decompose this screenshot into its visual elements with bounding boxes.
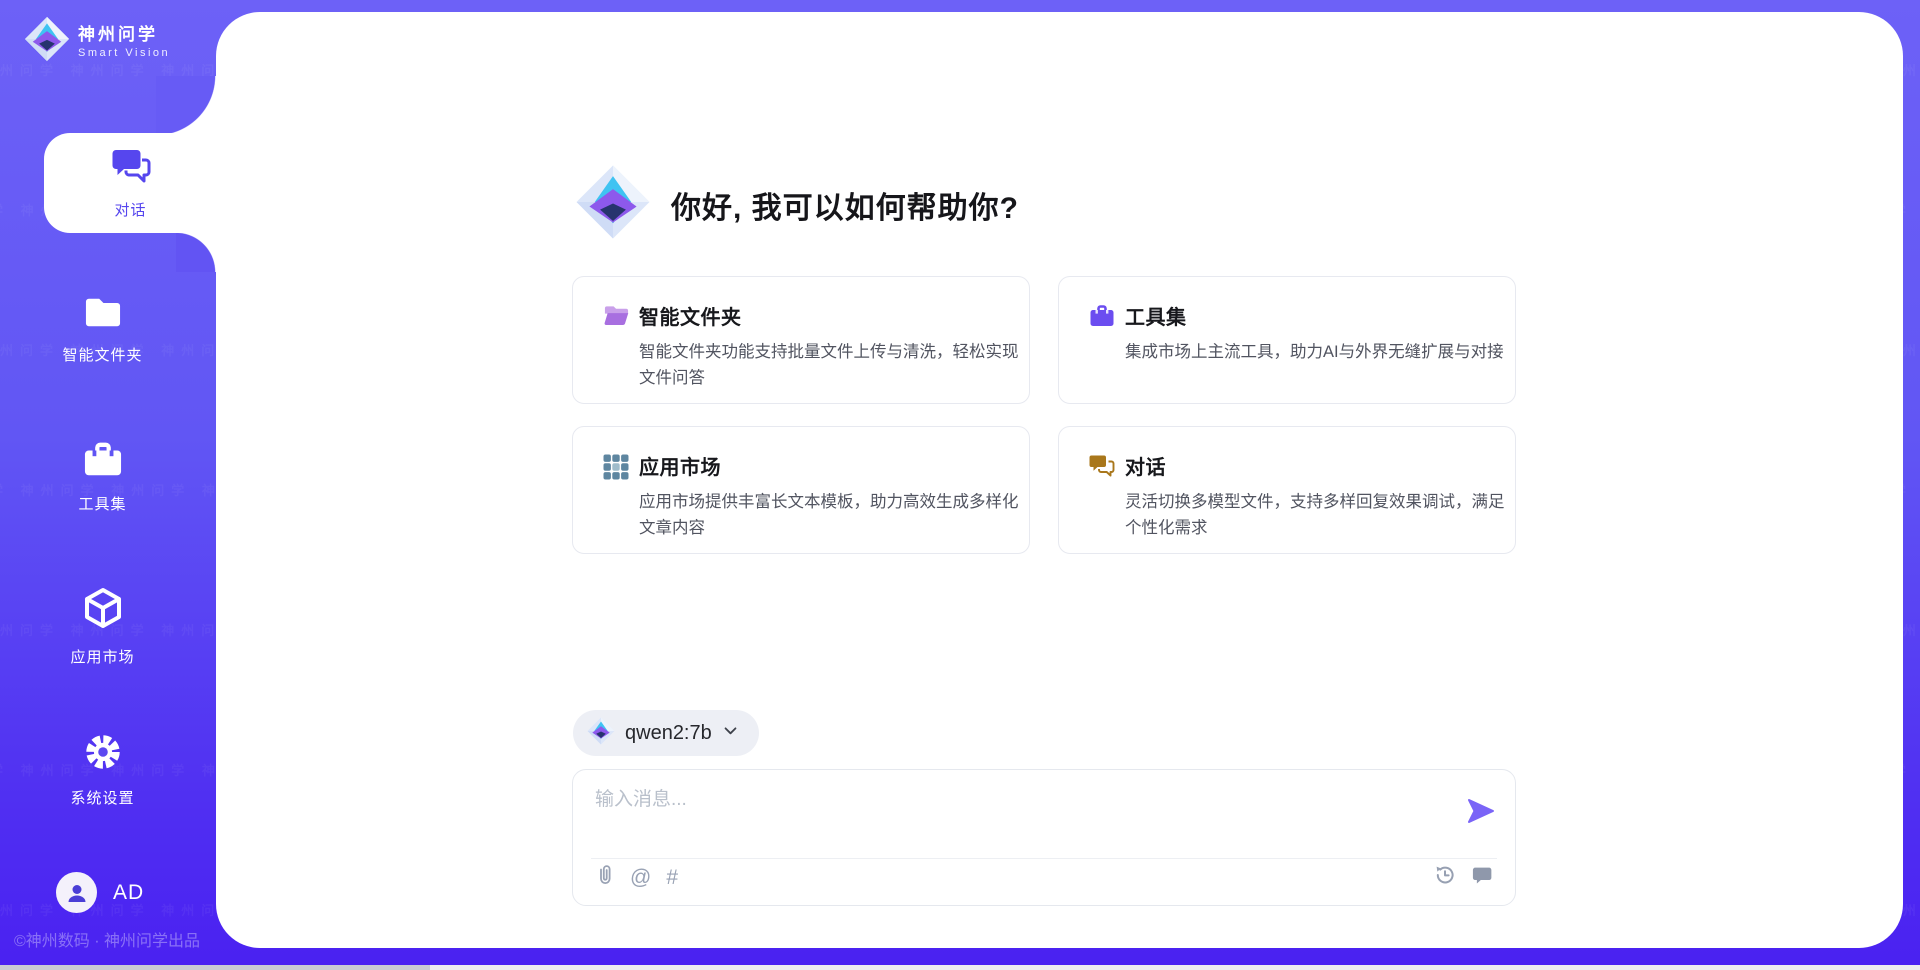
- avatar: [56, 872, 97, 913]
- message-composer: @ #: [572, 769, 1516, 906]
- card-chat[interactable]: 对话 灵活切换多模型文件，支持多样回复效果调试，满足个性化需求: [1058, 426, 1516, 554]
- user-account[interactable]: AD: [56, 872, 144, 913]
- send-icon[interactable]: [1467, 798, 1495, 824]
- card-title: 应用市场: [639, 451, 1013, 480]
- brand-subtitle: Smart Vision: [78, 46, 170, 60]
- greeting: 你好, 我可以如何帮助你?: [575, 164, 1019, 245]
- gear-icon: [82, 731, 124, 778]
- user-name: AD: [113, 881, 144, 905]
- card-title: 工具集: [1125, 301, 1499, 330]
- sidebar-item-label: 智能文件夹: [62, 344, 142, 365]
- card-smart-folder[interactable]: 智能文件夹 智能文件夹功能支持批量文件上传与清洗，轻松实现文件问答: [572, 276, 1030, 404]
- card-app-market[interactable]: 应用市场 应用市场提供丰富长文本模板，助力高效生成多样化文章内容: [572, 426, 1030, 554]
- attachment-icon[interactable]: [595, 863, 615, 892]
- app-root: 神州问学 神州问学 神州问学 神州问学 神州问学 神州问学 神州问学 神州问学 …: [0, 0, 1920, 970]
- sidebar-item-label: 系统设置: [70, 787, 134, 808]
- card-description: 应用市场提供丰富长文本模板，助力高效生成多样化文章内容: [639, 489, 1021, 541]
- brand-title: 神州问学: [78, 24, 170, 46]
- sidebar-item-label: 工具集: [78, 493, 126, 514]
- model-selector[interactable]: qwen2:7b: [573, 710, 759, 756]
- folder-icon: [82, 294, 124, 335]
- card-description: 智能文件夹功能支持批量文件上传与清洗，轻松实现文件问答: [639, 339, 1021, 391]
- card-title: 对话: [1125, 451, 1499, 480]
- sidebar-item-settings[interactable]: 系统设置: [0, 731, 205, 808]
- card-title: 智能文件夹: [639, 301, 1013, 330]
- card-description: 灵活切换多模型文件，支持多样回复效果调试，满足个性化需求: [1125, 489, 1507, 541]
- content-area: 你好, 我可以如何帮助你? 智能文件夹 智能文件夹功能支持批量文件上传与清洗，轻…: [216, 12, 1903, 948]
- horizontal-scrollbar[interactable]: [0, 965, 1920, 970]
- composer-divider: [591, 858, 1497, 859]
- card-toolbox[interactable]: 工具集 集成市场上主流工具，助力AI与外界无缝扩展与对接: [1058, 276, 1516, 404]
- chevron-down-icon: [722, 722, 739, 744]
- card-description: 集成市场上主流工具，助力AI与外界无缝扩展与对接: [1125, 339, 1507, 365]
- brand-logo-icon: [24, 16, 70, 67]
- sidebar-item-label: 应用市场: [70, 646, 134, 667]
- mention-icon[interactable]: @: [630, 867, 651, 889]
- greeting-title: 你好, 我可以如何帮助你?: [671, 183, 1019, 227]
- brand: 神州问学 Smart Vision: [24, 16, 170, 67]
- grid-cube-icon: [603, 454, 629, 485]
- assistant-logo-icon: [575, 164, 651, 245]
- sidebar-item-toolbox[interactable]: 工具集: [0, 441, 205, 514]
- cube-icon: [81, 586, 125, 637]
- briefcase-icon: [1089, 304, 1115, 333]
- composer-toolbar: @ #: [595, 863, 1493, 892]
- model-name: qwen2:7b: [625, 722, 712, 745]
- chat-icon: [1089, 454, 1115, 483]
- feature-cards: 智能文件夹 智能文件夹功能支持批量文件上传与清洗，轻松实现文件问答 工具集 集成…: [572, 276, 1516, 554]
- briefcase-icon: [82, 441, 124, 484]
- scrollbar-thumb[interactable]: [0, 965, 430, 970]
- comment-icon[interactable]: [1472, 865, 1493, 891]
- copyright-text: ©神州数码 · 神州问学出品: [14, 927, 200, 951]
- model-logo-icon: [587, 717, 615, 750]
- sidebar-item-smart-folder[interactable]: 智能文件夹: [0, 294, 205, 365]
- history-icon[interactable]: [1434, 864, 1456, 891]
- folder-open-icon: [603, 304, 630, 333]
- sidebar: 神州问学 Smart Vision 智能文件夹 工具集: [0, 0, 216, 970]
- message-input[interactable]: [595, 784, 1435, 836]
- hashtag-icon[interactable]: #: [666, 867, 678, 889]
- sidebar-item-app-market[interactable]: 应用市场: [0, 586, 205, 667]
